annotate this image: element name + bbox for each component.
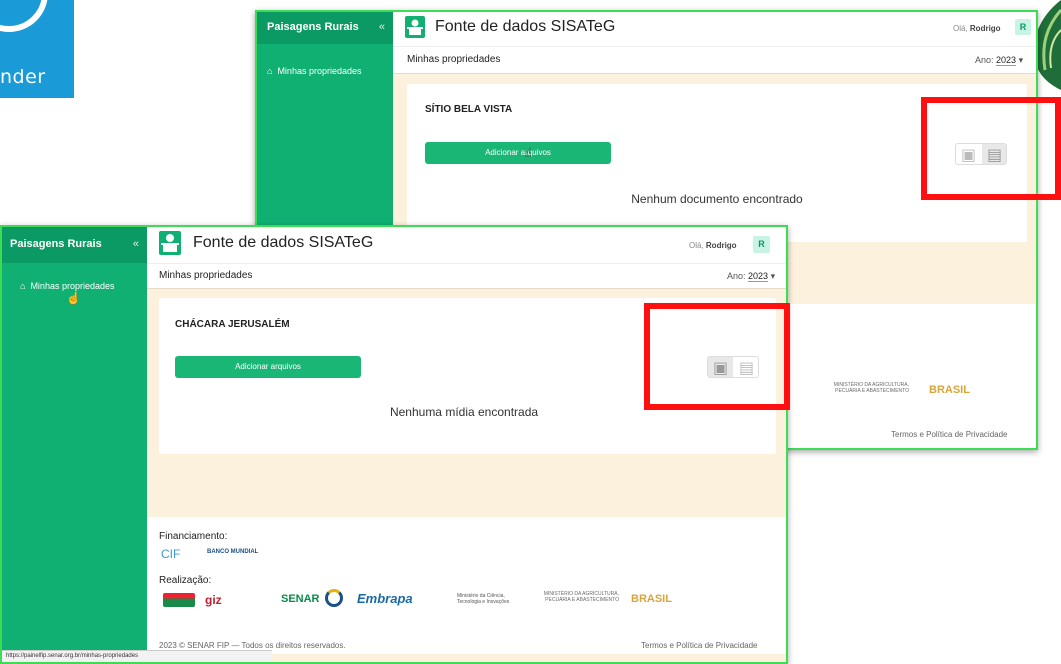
app-icon (159, 231, 181, 255)
top-bar: Fonte de dados SISATeG Olá, Rodrigo R (393, 12, 1036, 46)
sub-bar: Minhas propriedades Ano: 2023 ▾ (393, 46, 1036, 74)
chevron-down-icon: ▾ (1018, 55, 1024, 65)
add-files-button[interactable]: Adicionar arquivos (425, 142, 611, 164)
year-value: 2023 (996, 55, 1017, 66)
realization-flag-icon (163, 593, 195, 607)
sidebar-header: Paisagens Rurais « (257, 12, 393, 44)
senar-logo: SENAR (281, 593, 320, 605)
cif-logo: CIF (161, 547, 181, 561)
chevron-down-icon: ▾ (770, 271, 776, 281)
breadcrumb: Minhas propriedades (159, 270, 253, 281)
greeting: Olá, Rodrigo (953, 24, 1001, 33)
sidebar: Paisagens Rurais « ⌂ Minhas propriedades … (2, 227, 147, 662)
user-name: Rodrigo (969, 24, 1001, 33)
mapa-logo: MINISTÉRIO DA AGRICULTURA, PECUÁRIA E AB… (543, 591, 619, 603)
front-window: Paisagens Rurais « ⌂ Minhas propriedades … (0, 225, 788, 664)
terms-link[interactable]: Termos e Política de Privacidade (891, 430, 1008, 439)
mouse-cursor-icon: ☝ (66, 291, 81, 305)
breadcrumb: Minhas propriedades (407, 54, 501, 65)
year-select[interactable]: Ano: 2023 ▾ (727, 271, 775, 282)
funding-label: Financiamento: (159, 531, 228, 542)
avatar[interactable]: R (1015, 19, 1031, 35)
empty-message: Nenhum documento encontrado (631, 192, 803, 206)
brasil-logo: BRASIL (929, 384, 970, 396)
ministry-logo: MINISTÉRIO DA AGRICULTURA, PECUÁRIA E AB… (833, 382, 909, 394)
empty-message: Nenhuma mídia encontrada (389, 405, 539, 419)
front-footer: Financiamento: CIF BANCO MUNDIAL Realiza… (147, 517, 786, 654)
screenshot-stage: nder Paisagens Rurais « ⌂ Minhas propried… (0, 0, 1061, 664)
year-value: 2023 (748, 271, 769, 282)
sidebar-header: Paisagens Rurais « (2, 227, 147, 263)
year-label: Ano: (727, 271, 746, 281)
greeting-prefix: Olá, (689, 241, 704, 250)
copyright: 2023 © SENAR FIP — Todos os direitos res… (159, 641, 346, 650)
app-title: Fonte de dados SISATeG (435, 18, 616, 35)
app-icon (405, 16, 425, 38)
sub-bar: Minhas propriedades Ano: 2023 ▾ (147, 263, 786, 289)
highlight-box-front (644, 303, 790, 410)
highlight-box-back (921, 97, 1061, 200)
brand-logo[interactable]: Paisagens Rurais (10, 227, 102, 261)
sidebar-item-label: Minhas propriedades (277, 66, 362, 76)
app-title: Fonte de dados SISATeG (193, 234, 374, 251)
brand-logo[interactable]: Paisagens Rurais (267, 12, 359, 42)
logo-ring (0, 0, 48, 32)
user-name: Rodrigo (705, 241, 737, 250)
home-icon: ⌂ (20, 281, 26, 291)
mouse-cursor-icon: ☝ (524, 146, 532, 161)
realization-label: Realização: (159, 575, 212, 586)
embrapa-logo: Embrapa (357, 591, 413, 606)
property-name: SÍTIO BELA VISTA (425, 104, 513, 115)
giz-logo: giz (205, 593, 222, 607)
home-icon: ⌂ (267, 66, 273, 76)
sidebar-item-minhas-propriedades[interactable]: ⌂ Minhas propriedades (257, 62, 393, 80)
collapse-sidebar-icon[interactable]: « (133, 227, 139, 261)
greeting-prefix: Olá, (953, 24, 968, 33)
property-name: CHÁCARA JERUSALÉM (175, 319, 290, 330)
background-logo: nder (0, 0, 74, 98)
ministry-icon (325, 589, 343, 607)
add-files-button[interactable]: Adicionar arquivos (175, 356, 361, 378)
avatar[interactable]: R (753, 236, 770, 253)
sidebar-item-minhas-propriedades[interactable]: ⌂ Minhas propriedades ☝ (2, 277, 147, 305)
terms-link[interactable]: Termos e Política de Privacidade (641, 641, 758, 650)
brasil-logo: BRASIL (631, 593, 672, 605)
year-select[interactable]: Ano: 2023 ▾ (975, 55, 1023, 66)
mcti-logo: Ministério da Ciência, Tecnologia e Inov… (457, 593, 510, 605)
top-bar: Fonte de dados SISATeG Olá, Rodrigo R (147, 227, 786, 263)
year-label: Ano: (975, 55, 994, 65)
greeting: Olá, Rodrigo (689, 241, 737, 250)
world-bank-logo: BANCO MUNDIAL (207, 549, 259, 555)
collapse-sidebar-icon[interactable]: « (379, 12, 385, 42)
status-bar-url: https://painelfip.senar.org.br/minhas-pr… (2, 650, 272, 662)
background-logo-text: nder (0, 66, 46, 88)
